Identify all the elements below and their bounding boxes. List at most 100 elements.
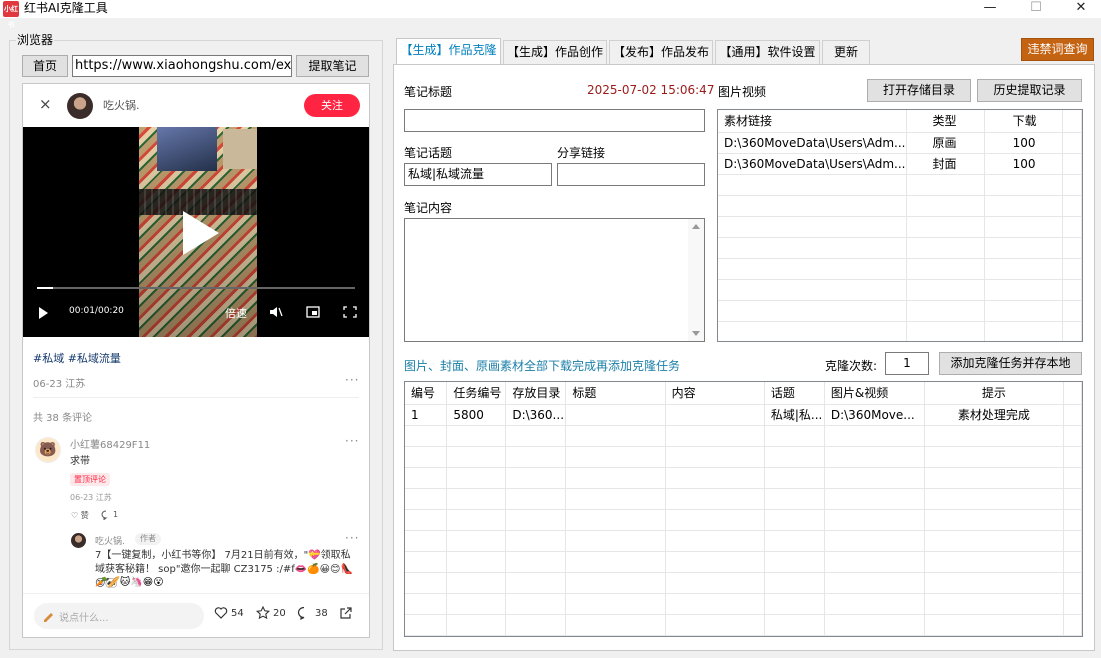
pip-icon[interactable] xyxy=(306,306,320,318)
comment-icon[interactable] xyxy=(297,606,311,620)
share-icon[interactable] xyxy=(339,606,353,620)
col-task-id[interactable]: 任务编号 xyxy=(446,382,507,405)
note-bottom-bar: 说点什么... 54 20 38 xyxy=(23,593,369,637)
note-date: 06-23 江苏 xyxy=(33,379,86,390)
col-media-link[interactable]: 素材链接 xyxy=(718,110,907,133)
like-icon[interactable] xyxy=(214,606,228,620)
reply-emoji: 🥕🥖🐱🦄😁😮 xyxy=(95,577,164,588)
video-player[interactable]: 00:01/00:20 倍速 xyxy=(23,127,369,337)
speed-button[interactable]: 倍速 xyxy=(225,305,247,321)
comment-more-icon[interactable]: ··· xyxy=(345,434,359,448)
table-row[interactable]: 1 5800 D:\360... 私域|私... D:\360Move... 素… xyxy=(405,404,1082,426)
col-hint[interactable]: 提示 xyxy=(924,382,1065,405)
tab-clone[interactable]: 【生成】作品克隆 xyxy=(396,38,501,65)
window-title: 红书AI克隆工具 xyxy=(24,1,108,15)
cell-hint: 素材处理完成 xyxy=(924,404,1065,426)
fullscreen-icon[interactable] xyxy=(343,306,357,318)
reply-author-name[interactable]: 吃火锅. xyxy=(95,534,125,547)
play-small-icon[interactable] xyxy=(39,307,48,319)
col-media-type[interactable]: 类型 xyxy=(906,110,985,133)
history-button[interactable]: 历史提取记录 xyxy=(977,79,1082,102)
url-input[interactable]: https://www.xiaohongshu.com/explor xyxy=(72,55,292,77)
video-progress-fill xyxy=(37,287,53,289)
note-title-label: 笔记标题 xyxy=(404,85,453,99)
note-tags[interactable]: #私域 #私域流量 xyxy=(33,350,121,366)
reply-avatar[interactable] xyxy=(71,533,86,548)
tab-update[interactable]: 更新 xyxy=(822,40,870,64)
play-icon[interactable] xyxy=(183,211,219,255)
empty-row xyxy=(405,509,1082,531)
scroll-down-icon[interactable] xyxy=(692,331,700,336)
empty-row xyxy=(405,530,1082,552)
reply-more-icon[interactable]: ··· xyxy=(345,531,359,545)
media-table[interactable]: 素材链接 类型 下载 D:\360MoveData\Users\Adm... 原… xyxy=(717,109,1083,342)
comment-stat: 38 xyxy=(315,608,328,619)
note-content-textarea[interactable] xyxy=(404,218,705,342)
cell-title xyxy=(565,404,666,426)
empty-row xyxy=(718,300,1082,322)
share-link-input[interactable] xyxy=(557,163,705,186)
tab-settings[interactable]: 【通用】软件设置 xyxy=(715,40,820,64)
empty-row xyxy=(405,551,1082,573)
follow-button[interactable]: 关注 xyxy=(304,94,360,117)
open-storage-dir-button[interactable]: 打开存储目录 xyxy=(867,79,971,102)
col-media[interactable]: 图片&视频 xyxy=(824,382,925,405)
cell-filler xyxy=(1062,153,1082,175)
add-clone-task-button[interactable]: 添加克隆任务并存本地 xyxy=(939,352,1082,375)
divider xyxy=(33,397,359,398)
close-button[interactable]: ✕ xyxy=(1058,0,1101,18)
tab-publish[interactable]: 【发布】作品发布 xyxy=(609,40,713,64)
col-media-download[interactable]: 下载 xyxy=(984,110,1063,133)
cell-topic: 私域|私... xyxy=(764,404,825,426)
author-name[interactable]: 吃火锅. xyxy=(103,97,140,113)
comment-reply-count[interactable]: 1 xyxy=(113,510,118,519)
tab-create[interactable]: 【生成】作品创作 xyxy=(503,40,607,64)
commenter-name[interactable]: 小红薯68429F11 xyxy=(70,436,150,451)
author-avatar[interactable] xyxy=(67,93,93,119)
share-link-label: 分享链接 xyxy=(557,146,606,160)
cell-index: 1 xyxy=(405,404,448,426)
video-progress[interactable] xyxy=(37,287,355,289)
web-view: × 吃火锅. 关注 00:01/00:20 倍速 #私域 #私域流量 06-23… xyxy=(22,83,370,638)
scroll-up-icon[interactable] xyxy=(692,224,700,229)
note-title-input[interactable] xyxy=(404,109,705,132)
author-badge: 作者 xyxy=(135,533,161,545)
comment-like-button[interactable]: ♡ 赞 xyxy=(71,510,89,521)
home-button[interactable]: 首页 xyxy=(22,55,68,77)
commenter-avatar[interactable]: 🐻 xyxy=(35,437,61,463)
video-time: 00:01/00:20 xyxy=(69,306,124,316)
content-scrollbar[interactable] xyxy=(688,219,704,341)
minimize-button[interactable]: — xyxy=(967,0,1013,18)
table-row[interactable]: D:\360MoveData\Users\Adm... 封面 100 xyxy=(718,153,1082,175)
col-content[interactable]: 内容 xyxy=(665,382,765,405)
mute-icon[interactable] xyxy=(269,306,283,318)
clone-count-input[interactable]: 1 xyxy=(885,352,929,375)
more-icon[interactable]: ··· xyxy=(345,373,359,387)
comment-date: 06-23 江苏 xyxy=(70,493,112,502)
task-table-header: 编号 任务编号 存放目录 标题 内容 话题 图片&视频 提示 xyxy=(405,382,1082,405)
empty-row xyxy=(718,174,1082,196)
note-topic-input[interactable]: 私域|私域流量 xyxy=(404,163,552,186)
col-dir[interactable]: 存放目录 xyxy=(505,382,567,405)
col-topic[interactable]: 话题 xyxy=(764,382,825,405)
col-filler xyxy=(1062,110,1082,133)
empty-row xyxy=(405,446,1082,468)
cell-type: 封面 xyxy=(906,153,985,175)
violation-query-button[interactable]: 违禁词查询 xyxy=(1021,38,1094,61)
maximize-button[interactable]: ☐ xyxy=(1013,0,1059,18)
table-row[interactable]: D:\360MoveData\Users\Adm... 原画 100 xyxy=(718,132,1082,154)
cell-link: D:\360MoveData\Users\Adm... xyxy=(718,153,907,175)
empty-row xyxy=(405,467,1082,489)
title-bar: 小红书 红书AI克隆工具 — ☐ ✕ xyxy=(0,0,1101,29)
col-title[interactable]: 标题 xyxy=(565,382,666,405)
col-index[interactable]: 编号 xyxy=(405,382,448,405)
media-table-header: 素材链接 类型 下载 xyxy=(718,110,1082,133)
comment-input[interactable]: 说点什么... xyxy=(34,603,204,629)
task-table[interactable]: 编号 任务编号 存放目录 标题 内容 话题 图片&视频 提示 1 5800 D:… xyxy=(404,381,1083,637)
close-icon[interactable]: × xyxy=(39,95,52,113)
extract-note-button[interactable]: 提取笔记 xyxy=(296,55,369,77)
star-icon[interactable] xyxy=(256,606,270,620)
reply-icon[interactable] xyxy=(101,510,111,520)
col-filler xyxy=(1063,382,1082,405)
empty-row xyxy=(718,237,1082,259)
